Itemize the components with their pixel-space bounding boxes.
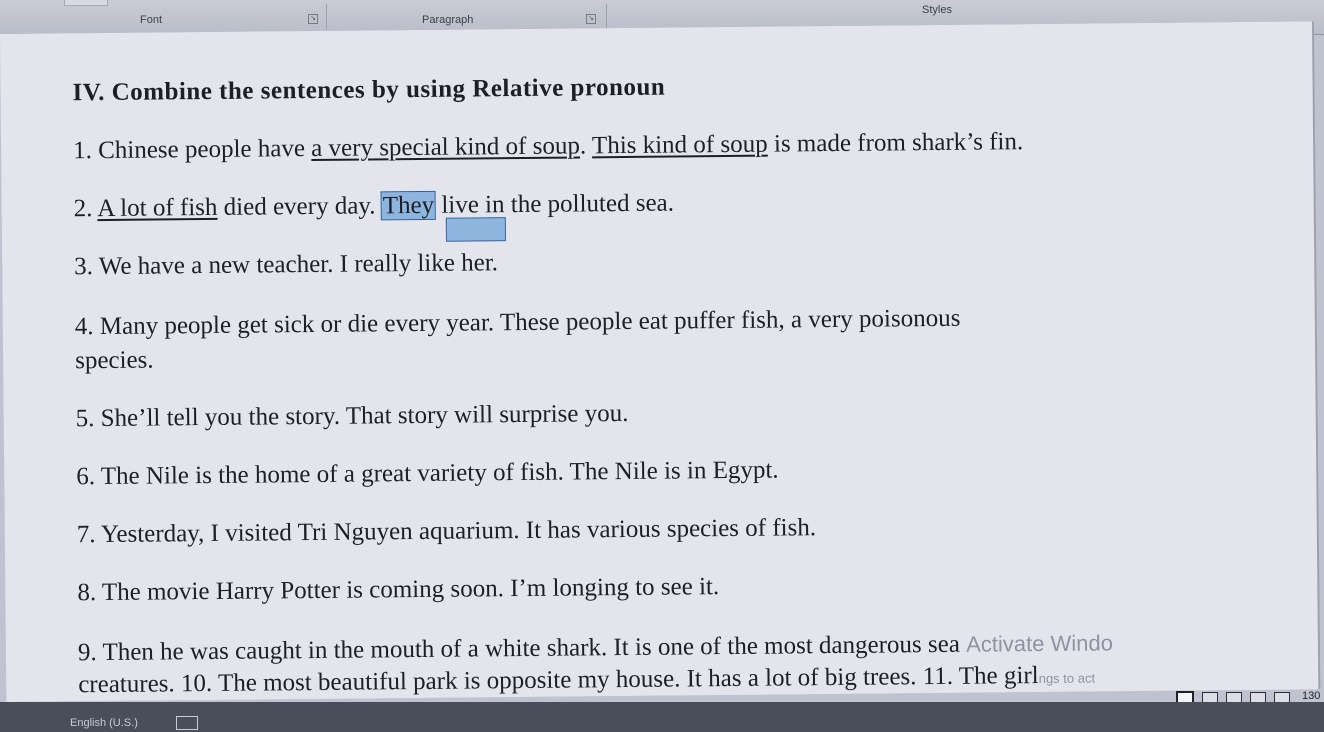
ribbon-tab-stub[interactable] [64, 0, 108, 6]
sentence-7: 7. Yesterday, I visited Tri Nguyen aquar… [76, 514, 817, 549]
activation-watermark-line-2: ngs to act [1038, 670, 1096, 687]
text-selection-highlight [445, 217, 507, 242]
selected-word[interactable]: They [380, 190, 437, 221]
ribbon-separator [606, 4, 607, 30]
font-dialog-launcher-icon[interactable]: ↘ [308, 14, 318, 24]
exercise-heading: IV. Combine the sentences by using Relat… [72, 73, 666, 107]
ribbon-separator [326, 4, 327, 30]
sentence-8: 8. The movie Harry Potter is coming soon… [77, 573, 720, 607]
activation-watermark-line-1: Activate Windo [966, 630, 1113, 657]
sentence-1: 1. Chinese people have a very special ki… [73, 128, 1023, 165]
sentence-2-start: 2. [73, 195, 98, 223]
sentence-9: 9. Then he was caught in the mouth of a … [78, 629, 1113, 667]
font-group-label: Font [140, 14, 163, 26]
sentence-4-line-2: species. [75, 346, 154, 375]
sentence-1-middle: . [579, 132, 593, 160]
sentence-2: 2. A lot of fish died every day. They li… [74, 190, 675, 224]
sentence-10-text: creatures. 10. The most beautiful park i… [78, 662, 1039, 699]
document-page[interactable]: IV. Combine the sentences by using Relat… [0, 21, 1319, 702]
macro-record-icon[interactable] [176, 716, 198, 730]
sentence-4-line-1: 4. Many people get sick or die every yea… [74, 304, 961, 341]
sentence-9-text: 9. Then he was caught in the mouth of a … [77, 630, 961, 667]
sentence-1-underlined-phrase-2: This kind of soup [591, 130, 768, 160]
sentence-1-start: 1. Chinese people have [72, 135, 312, 165]
sentence-2-end: live in the polluted sea. [434, 189, 675, 219]
language-indicator[interactable]: English (U.S.) [70, 717, 138, 729]
sentence-2-middle: died every day. [217, 192, 382, 221]
zoom-level[interactable]: 130 [1302, 690, 1320, 702]
sentence-1-end: is made from shark’s fin. [767, 128, 1024, 158]
styles-group-label: Styles [922, 4, 952, 16]
sentence-3: 3. We have a new teacher. I really like … [74, 249, 499, 281]
sentence-10: creatures. 10. The most beautiful park i… [78, 662, 1095, 700]
status-bar: English (U.S.) [0, 702, 1324, 732]
sentence-5: 5. She’ll tell you the story. That story… [75, 399, 629, 433]
sentence-6: 6. The Nile is the home of a great varie… [76, 456, 779, 491]
paragraph-dialog-launcher-icon[interactable]: ↘ [586, 14, 596, 24]
sentence-2-underlined-phrase: A lot of fish [97, 193, 218, 223]
sentence-1-underlined-phrase: a very special kind of soup [311, 132, 581, 163]
paragraph-group-label: Paragraph [422, 14, 474, 26]
